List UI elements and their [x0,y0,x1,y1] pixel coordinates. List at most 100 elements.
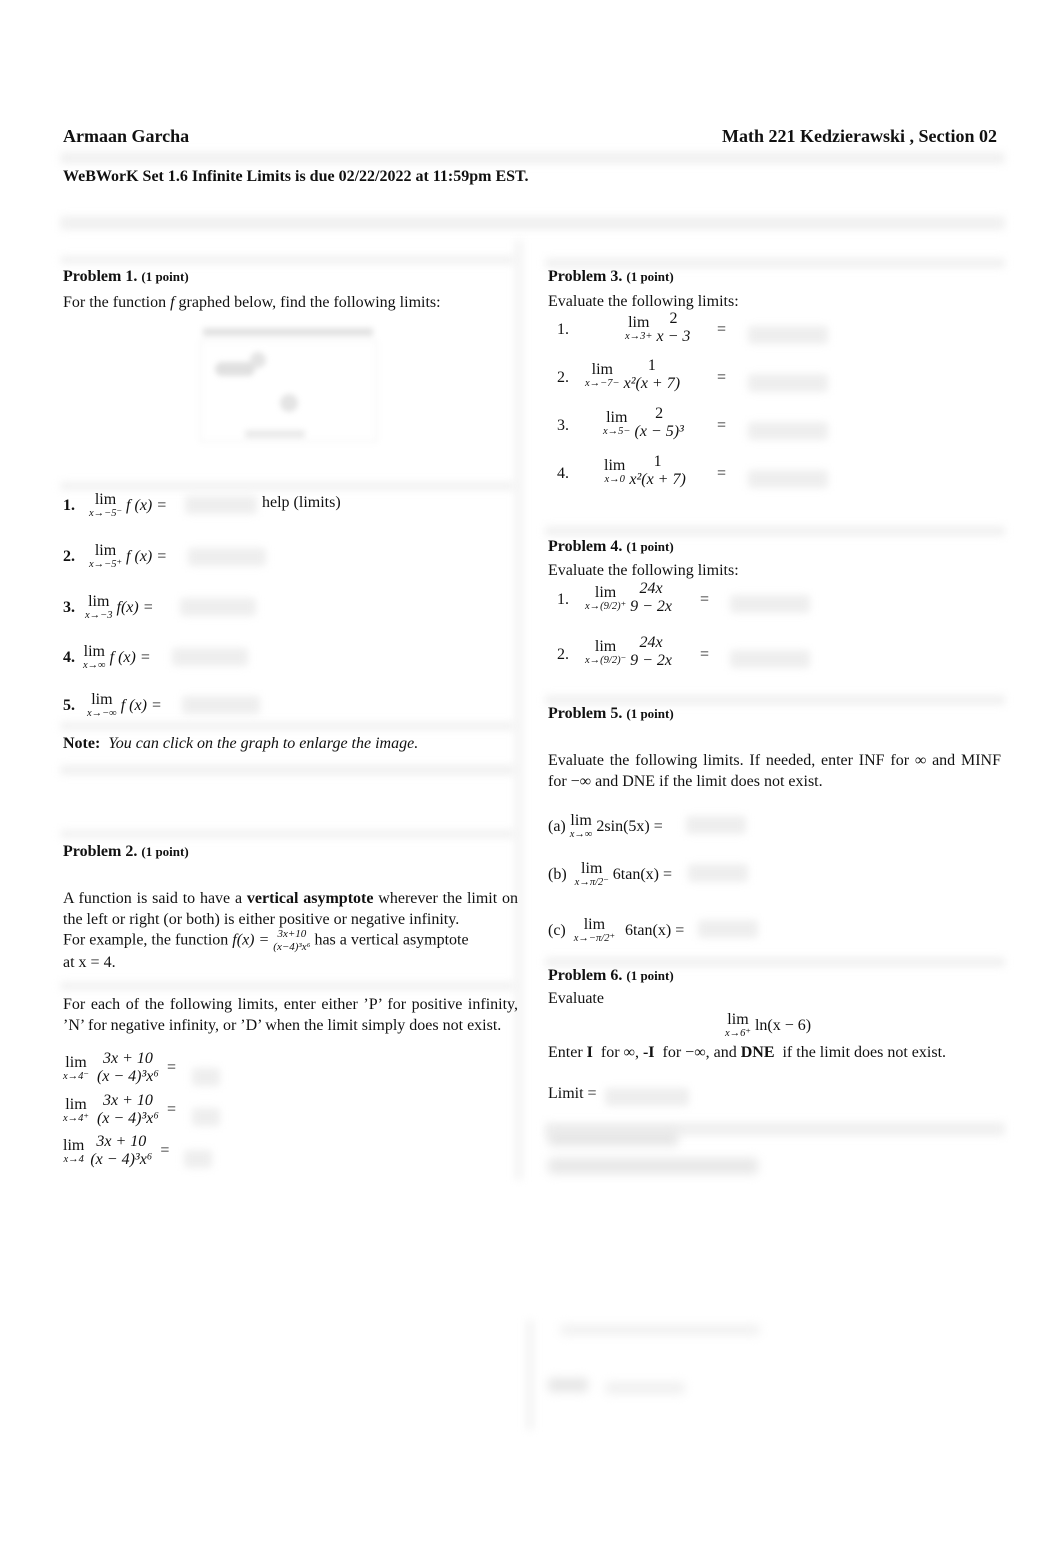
problem-4-prompt: Evaluate the following limits: [548,562,739,579]
problem-2-title: Problem 2. (1 point) [63,843,189,861]
column-separator [515,240,523,1180]
lim-text: lim [581,860,603,877]
problem-title: Problem 6. [548,967,623,984]
answer-input-p2-2[interactable] [192,1108,220,1126]
blurred-text [548,1130,678,1146]
answer-input-p6[interactable] [605,1088,689,1106]
problem-title: Problem 3. [548,268,623,285]
limit-label: Limit = [548,1085,597,1102]
instr-code: DNE [740,1044,775,1061]
problem-points: (1 point) [141,269,189,284]
answer-input-p1-5[interactable] [182,696,260,714]
problem-points: (1 point) [626,539,674,554]
lim-subscript: x→−5⁺ [89,559,123,570]
lim-text: lim [65,1095,87,1113]
answer-input-p2-1[interactable] [192,1068,220,1086]
p3-item-1-num: 1. [557,321,569,338]
p1-item-2: 2. lim x→−5⁺ f (x) = [63,543,167,571]
problem-2-instructions: For each of the following limits, enter … [63,996,518,1034]
expression: 2sin(5x) = [596,817,663,835]
lim-text: lim [594,637,617,655]
blurred-text [548,1378,588,1392]
equals: = [717,465,727,482]
instr-text: for ∞, [592,1044,643,1061]
function-graph[interactable] [195,320,385,450]
answer-input-p2-3[interactable] [184,1150,212,1168]
problem-4-title: Problem 4. (1 point) [548,538,674,556]
answer-input-p1-1[interactable] [185,496,257,514]
p6-limit-expression: lim x→6⁺ ln(x − 6) [725,1012,811,1040]
problem-title: Problem 2. [63,843,138,860]
item-label: (b) [548,865,567,883]
divider [60,722,515,730]
help-limits-link[interactable]: help (limits) [262,494,341,512]
p1-note: Note: You can click on the graph to enla… [63,735,418,753]
equals: = [717,321,727,338]
problem-6-prompt: Evaluate [548,990,604,1007]
answer-input-p1-3[interactable] [180,598,256,616]
note-label: Note: [63,735,101,752]
instr-text: if the limit does not exist. [774,1044,947,1061]
p5-item-a: (a) lim x→∞ 2sin(5x) = [548,813,663,841]
problem-title: Problem 5. [548,705,623,722]
lim-text: lim [94,491,117,508]
answer-input-p5-c[interactable] [698,920,758,938]
answer-input-p3-4[interactable] [748,470,828,488]
divider [545,258,1005,268]
problem-3-prompt: Evaluate the following limits: [548,293,739,310]
problem-2-example: For example, the function f(x) = 3x+10 (x… [63,928,523,953]
lim-subscript: x→4⁺ [63,1112,89,1124]
divider [60,256,515,264]
blurred-input [605,1382,685,1394]
equals: = [717,417,727,434]
answer-input-p1-2[interactable] [188,548,266,566]
lim-text: lim [628,313,650,331]
lim-text: lim [94,542,117,559]
course-info: Math 221 Kedzierawski , Section 02 [722,126,997,146]
p3-item-2: lim x→−7− 1 x²(x + 7) [585,357,680,394]
answer-input-p1-4[interactable] [172,648,248,666]
lim-text: lim [91,691,113,708]
divider [60,216,1005,230]
lim-text: lim [83,643,105,660]
prompt-text: graphed below, find the following limits… [174,294,441,311]
frac-numerator: 2 [655,405,664,422]
problem-points: (1 point) [626,706,674,721]
frac-numerator: 3x+10 [277,928,307,940]
frac-numerator: 2 [669,310,678,327]
answer-input-p4-1[interactable] [730,595,810,613]
frac-denominator: 9 − 2x [630,652,673,670]
divider [545,526,1005,536]
answer-input-p5-b[interactable] [688,864,748,882]
student-name: Armaan Garcha [63,126,190,146]
lim-subscript: x→0 [604,473,625,485]
p1-item-4: 4. lim x→∞ f (x) = [63,644,151,672]
divider [545,695,1005,705]
frac-denominator: 9 − 2x [630,598,673,616]
problem-5-prompt: Evaluate the following limits. If needed… [548,752,1001,790]
lim-subscript: x→5− [603,425,631,437]
answer-input-p3-3[interactable] [748,422,828,440]
lim-text: lim [65,1053,87,1071]
frac-denominator: (x−4)³x⁶ [273,940,311,953]
equals: = [166,1059,176,1077]
lim-subscript: x→−π/2⁺ [573,933,615,944]
answer-input-p4-2[interactable] [730,650,810,668]
item-number: 5. [63,696,75,714]
answer-input-p3-2[interactable] [748,374,828,392]
divider [60,152,1005,164]
expression: f(x) = [116,598,154,616]
lim-subscript: x→(9/2)⁺ [585,600,627,612]
intro-text: A function is said to have a [63,890,247,907]
item-number: 2. [63,547,75,565]
problem-points: (1 point) [141,844,189,859]
p3-item-1: lim x→3+ 2x − 3 [625,310,690,347]
lim-text: lim [591,360,613,378]
p1-item-3: 3. lim x→−3 f(x) = [63,594,154,622]
item-number: 3. [63,598,75,616]
problem-title: Problem 4. [548,538,623,555]
answer-input-p5-a[interactable] [686,816,746,834]
answer-input-p3-1[interactable] [748,326,828,344]
expression: ln(x − 6) [754,1016,812,1034]
frac-numerator: 1 [653,453,662,470]
